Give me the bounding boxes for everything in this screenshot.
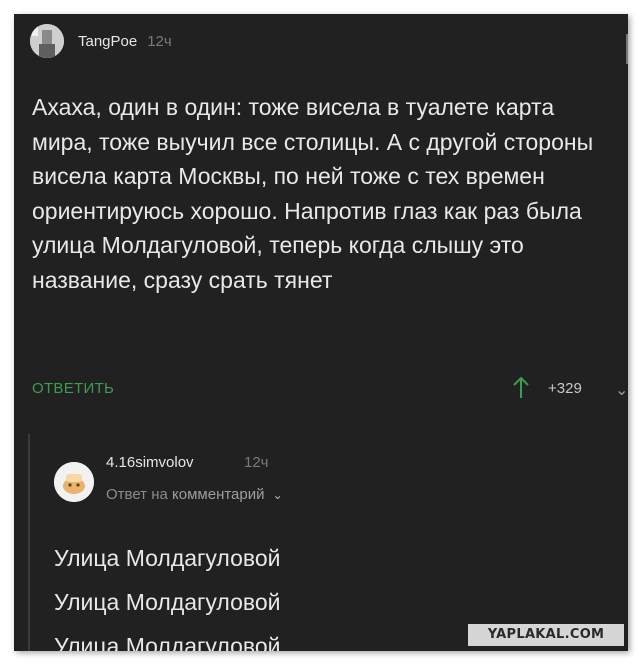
arrow-up-icon[interactable] xyxy=(512,376,530,405)
chevron-down-icon[interactable]: ⌄ xyxy=(273,488,283,502)
reply-body: Улица Молдагуловой Улица Молдагуловой Ул… xyxy=(54,536,281,651)
comment-body: Ахаха, один в один: тоже висела в туалет… xyxy=(32,94,594,293)
author-name[interactable]: TangPoe xyxy=(78,33,137,50)
scroll-edge xyxy=(626,34,628,64)
reply-avatar[interactable] xyxy=(54,462,94,502)
reply-button[interactable]: ОТВЕТИТЬ xyxy=(32,380,114,397)
reply-author-name[interactable]: 4.16simvolov xyxy=(106,454,194,471)
avatar[interactable] xyxy=(30,24,64,58)
reply-line: Улица Молдагуловой xyxy=(54,633,281,651)
reply-meta-prefix: Ответ на xyxy=(106,486,168,503)
reply-line: Улица Молдагуловой xyxy=(54,545,281,571)
parent-comment-link[interactable]: комментарий xyxy=(172,486,264,503)
thread-line xyxy=(28,434,30,651)
post-header: TangPoe 12ч xyxy=(30,24,172,58)
reply-time: 12ч xyxy=(244,454,269,471)
comment-screenshot: TangPoe 12ч Ахаха, один в один: тоже вис… xyxy=(14,14,628,651)
more-icon[interactable]: ⌄ xyxy=(615,380,628,400)
reply-line: Улица Молдагуловой xyxy=(54,589,281,615)
reply-meta: Ответ на комментарий ⌄ xyxy=(106,486,283,503)
comment-actions: ОТВЕТИТЬ +329 ⌄ xyxy=(32,376,628,406)
watermark-logo: YAPLAKAL.COM xyxy=(468,624,624,646)
vote-count: +329 xyxy=(548,380,582,397)
post-time: 12ч xyxy=(147,32,172,50)
